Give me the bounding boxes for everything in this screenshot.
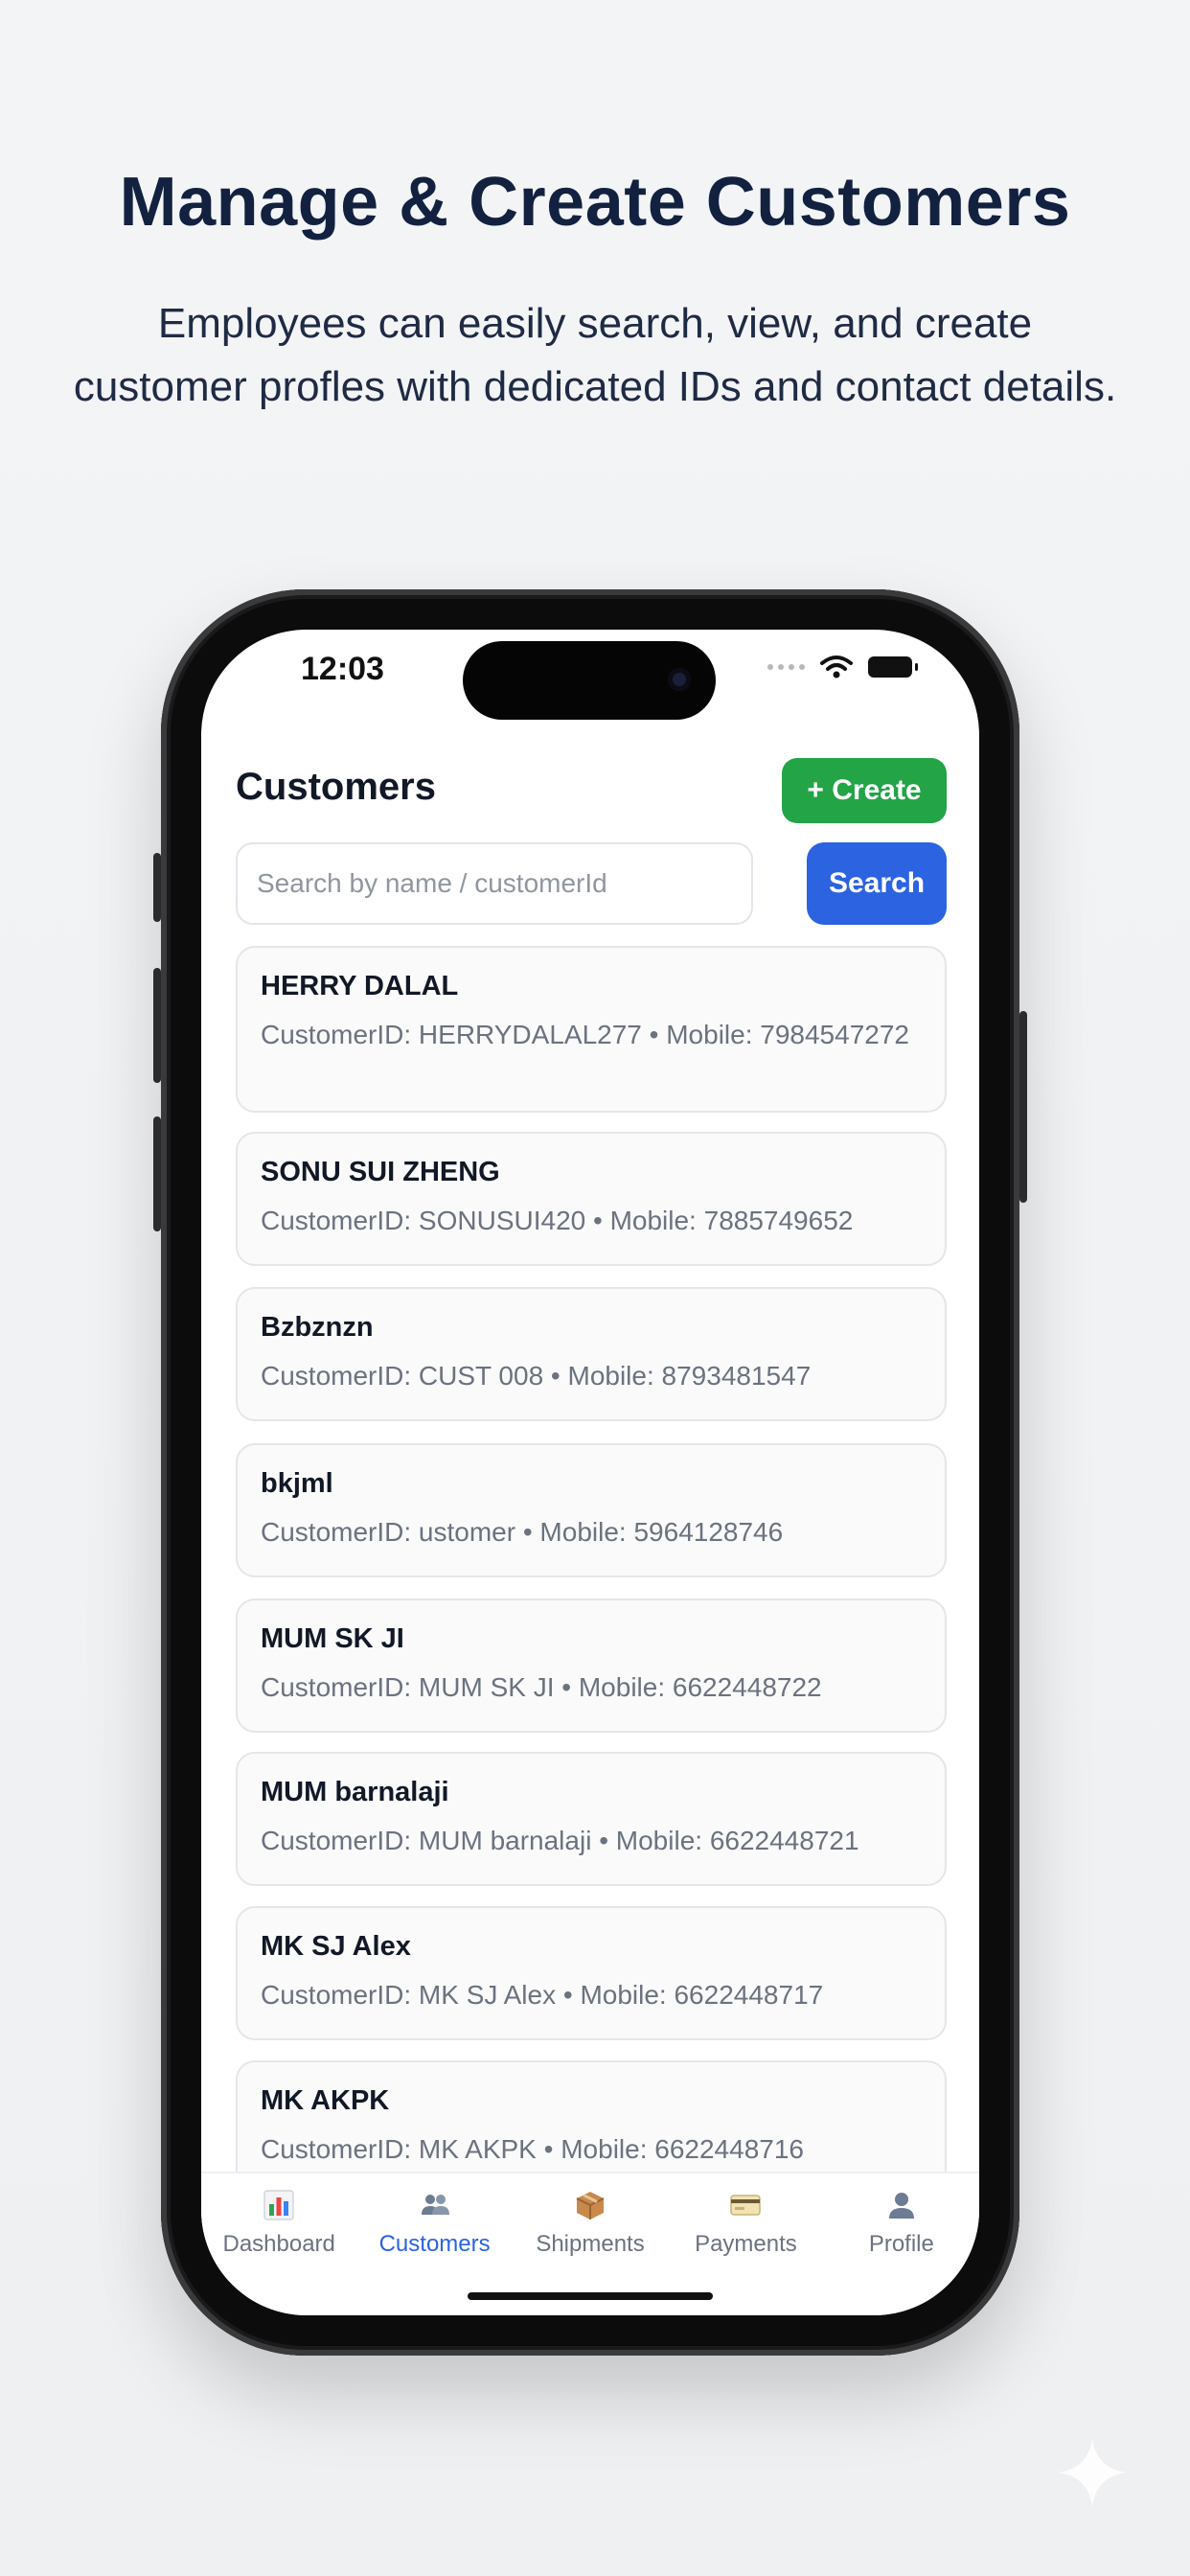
search-input[interactable]: [236, 842, 753, 925]
customer-meta: CustomerID: HERRYDALAL277 • Mobile: 7984…: [261, 1020, 909, 1049]
dynamic-island: [463, 641, 716, 720]
battery-icon: [868, 656, 918, 678]
page-title: Customers: [236, 766, 436, 808]
nav-label: Payments: [695, 2231, 797, 2257]
package-icon: [576, 2192, 605, 2220]
customer-card[interactable]: Bzbznzn CustomerID: CUST 008 • Mobile: 8…: [236, 1287, 947, 1421]
customer-meta: CustomerID: MK SJ Alex • Mobile: 6622448…: [261, 1980, 824, 2010]
nav-profile[interactable]: Profile: [824, 2174, 979, 2315]
wifi-icon: [820, 656, 853, 678]
silent-switch: [153, 853, 161, 922]
status-icons: [767, 655, 918, 679]
customer-card[interactable]: SONU SUI ZHENG CustomerID: SONUSUI420 • …: [236, 1132, 947, 1266]
status-time: 12:03: [301, 651, 384, 687]
customer-card[interactable]: MK SJ Alex CustomerID: MK SJ Alex • Mobi…: [236, 1906, 947, 2040]
customer-name: MK SJ Alex: [261, 1931, 411, 1962]
nav-label: Shipments: [536, 2231, 645, 2257]
customer-name: MUM barnalaji: [261, 1777, 449, 1807]
bar-chart-icon: [263, 2190, 294, 2220]
phone-frame: 12:03 Customers + Create Search HERRY DA…: [153, 589, 1027, 2356]
search-button[interactable]: Search: [807, 842, 947, 925]
customer-name: bkjml: [261, 1468, 333, 1499]
nav-label: Dashboard: [222, 2231, 335, 2257]
customer-name: MUM SK JI: [261, 1623, 404, 1654]
customer-name: Bzbznzn: [261, 1312, 374, 1343]
customer-meta: CustomerID: ustomer • Mobile: 5964128746: [261, 1517, 784, 1547]
customer-meta: CustomerID: MK AKPK • Mobile: 6622448716: [261, 2134, 804, 2164]
customer-meta: CustomerID: MUM barnalaji • Mobile: 6622…: [261, 1826, 859, 1855]
nav-dashboard[interactable]: Dashboard: [201, 2174, 356, 2315]
customer-meta: CustomerID: CUST 008 • Mobile: 879348154…: [261, 1361, 812, 1391]
volume-up-button: [153, 968, 161, 1083]
customer-card[interactable]: HERRY DALAL CustomerID: HERRYDALAL277 • …: [236, 946, 947, 1113]
phone-screen: 12:03 Customers + Create Search HERRY DA…: [201, 630, 979, 2315]
nav-label: Customers: [378, 2231, 491, 2257]
customer-card[interactable]: bkjml CustomerID: ustomer • Mobile: 5964…: [236, 1443, 947, 1577]
power-button: [1019, 1011, 1027, 1203]
home-indicator: [468, 2292, 713, 2300]
customer-meta: CustomerID: SONUSUI420 • Mobile: 7885749…: [261, 1206, 854, 1235]
signal-icon: [767, 664, 805, 670]
hero-subtitle: Employees can easily search, view, and c…: [57, 292, 1133, 419]
customer-card[interactable]: MUM SK JI CustomerID: MUM SK JI • Mobile…: [236, 1598, 947, 1733]
nav-label: Profile: [868, 2231, 934, 2257]
camera-icon: [668, 668, 691, 691]
users-icon: [421, 2195, 449, 2215]
sparkle-icon: [1058, 2438, 1127, 2507]
volume-down-button: [153, 1116, 161, 1231]
create-customer-button[interactable]: + Create: [782, 758, 947, 823]
hero-title: Manage & Create Customers: [119, 164, 1071, 241]
customer-name: MK AKPK: [261, 2085, 390, 2116]
hero-subtitle-line-1: Employees can easily search, view, and c…: [157, 300, 1033, 347]
customer-name: HERRY DALAL: [261, 971, 459, 1001]
hero-subtitle-line-2: customer profles with dedicated IDs and …: [73, 363, 1117, 410]
credit-card-icon: [730, 2195, 762, 2216]
customer-name: SONU SUI ZHENG: [261, 1157, 500, 1187]
customer-meta: CustomerID: MUM SK JI • Mobile: 66224487…: [261, 1672, 822, 1702]
user-icon: [888, 2193, 914, 2219]
customer-card[interactable]: MUM barnalaji CustomerID: MUM barnalaji …: [236, 1752, 947, 1886]
